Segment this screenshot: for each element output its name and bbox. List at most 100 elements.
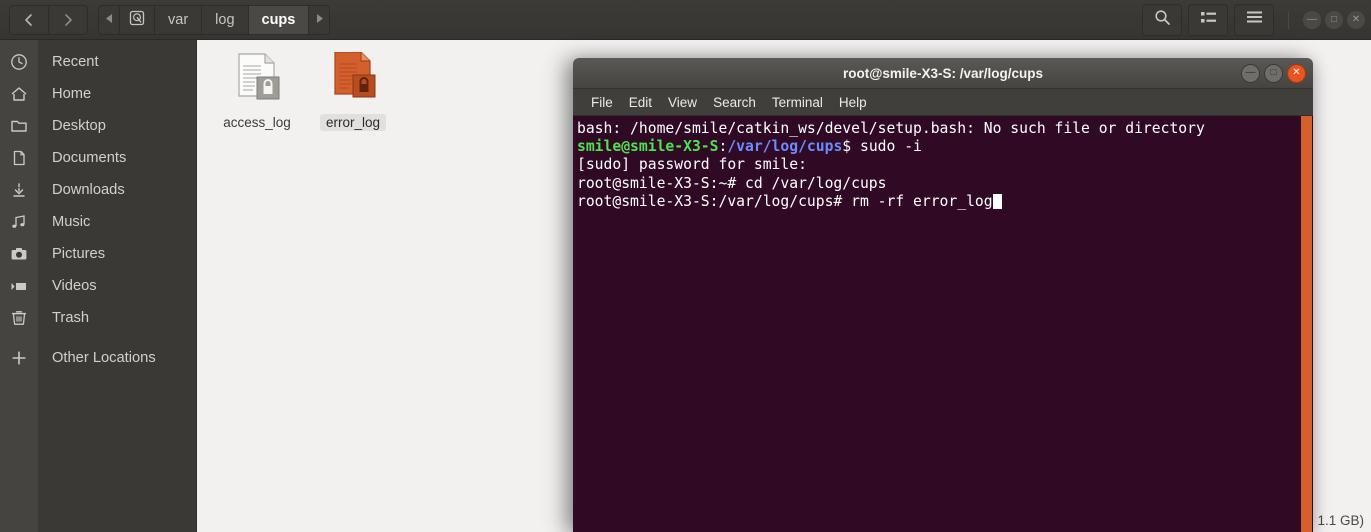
sidebar-item-label: Recent — [52, 54, 99, 70]
status-bar-text: 1.1 GB) — [1317, 513, 1364, 528]
triangle-left-icon — [105, 14, 113, 25]
video-icon — [0, 277, 38, 295]
menu-item-file[interactable]: File — [583, 95, 621, 110]
locked-text-file-icon — [327, 52, 379, 108]
sidebar-item-other-locations[interactable]: Other Locations — [0, 342, 196, 374]
window-minimize-button[interactable]: — — [1303, 10, 1321, 29]
menu-item-edit[interactable]: Edit — [621, 95, 660, 110]
file-manager-header: var log cups — □ ✕ — [0, 0, 1371, 40]
download-icon — [0, 181, 38, 199]
terminal-title-label: root@smile-X3-S: /var/log/cups — [843, 65, 1043, 81]
navigation-buttons — [9, 4, 88, 35]
view-list-icon — [1200, 10, 1217, 30]
terminal-line: smile@smile-X3-S:/var/log/cups$ sudo -i — [575, 138, 1313, 156]
screen: var log cups — □ ✕ Recent Home Desktop D… — [0, 0, 1371, 532]
sidebar-item-label: Desktop — [52, 118, 106, 134]
back-button[interactable] — [9, 4, 48, 35]
sidebar-item-videos[interactable]: Videos — [0, 270, 196, 302]
terminal-text: [sudo] password for smile: — [577, 156, 807, 174]
terminal-line-container: bash: /home/smile/catkin_ws/devel/setup.… — [575, 120, 1313, 211]
sidebar-item-home[interactable]: Home — [0, 78, 196, 110]
window-maximize-button[interactable]: □ — [1325, 10, 1343, 29]
menu-item-search[interactable]: Search — [705, 95, 764, 110]
sidebar-item-label: Downloads — [52, 182, 125, 198]
header-toolbar: — □ ✕ — [1136, 3, 1365, 36]
sidebar-item-label: Documents — [52, 150, 127, 166]
chevron-right-icon — [61, 13, 75, 27]
music-note-icon — [0, 213, 38, 231]
sidebar-item-label: Videos — [52, 278, 97, 294]
sidebar-list: Recent Home Desktop Documents Downloads … — [0, 40, 196, 374]
terminal-close-button[interactable]: ✕ — [1287, 63, 1306, 83]
terminal-scrollbar[interactable] — [1300, 116, 1313, 532]
window-close-button[interactable]: ✕ — [1347, 10, 1365, 29]
file-item-error-log[interactable]: error_log — [305, 46, 401, 131]
trash-icon — [0, 309, 38, 327]
terminal-text: smile@smile-X3-S — [577, 138, 719, 156]
menu-item-help[interactable]: Help — [831, 95, 875, 110]
breadcrumb-item-log[interactable]: log — [202, 6, 247, 34]
terminal-title-bar[interactable]: root@smile-X3-S: /var/log/cups — □ ✕ — [573, 58, 1313, 89]
terminal-window-controls: — □ ✕ — [1237, 63, 1306, 83]
sidebar-item-desktop[interactable]: Desktop — [0, 110, 196, 142]
breadcrumb-item-cups[interactable]: cups — [248, 5, 309, 34]
window-controls: — □ ✕ — [1288, 10, 1365, 29]
sidebar-item-label: Music — [52, 214, 91, 230]
breadcrumb-root-button[interactable] — [120, 6, 154, 34]
sidebar-item-trash[interactable]: Trash — [0, 302, 196, 334]
triangle-right-icon — [316, 14, 323, 25]
terminal-cursor — [992, 193, 1002, 209]
terminal-text: root@smile-X3-S:~# cd /var/log/cups — [577, 174, 887, 192]
terminal-maximize-button[interactable]: □ — [1264, 63, 1283, 83]
terminal-line: root@smile-X3-S:~# cd /var/log/cups — [575, 175, 1313, 193]
terminal-line: root@smile-X3-S:/var/log/cups# rm -rf er… — [575, 193, 1313, 211]
home-icon — [0, 85, 38, 103]
file-name-label: access_log — [223, 115, 291, 130]
search-button[interactable] — [1142, 3, 1182, 36]
menu-item-terminal[interactable]: Terminal — [764, 95, 831, 110]
sidebar-separator — [0, 334, 196, 342]
sidebar-item-documents[interactable]: Documents — [0, 142, 196, 174]
file-name-label: error_log — [319, 114, 387, 131]
terminal-line: [sudo] password for smile: — [575, 156, 1313, 174]
folder-icon — [0, 117, 38, 135]
terminal-output[interactable]: bash: /home/smile/catkin_ws/devel/setup.… — [573, 116, 1313, 532]
terminal-text: /var/log/cups — [727, 138, 843, 156]
breadcrumb-item-var[interactable]: var — [155, 6, 201, 34]
sidebar-item-recent[interactable]: Recent — [0, 46, 196, 78]
sidebar-item-pictures[interactable]: Pictures — [0, 238, 196, 270]
terminal-text: $ sudo -i — [842, 138, 922, 156]
clock-icon — [0, 53, 38, 71]
breadcrumb-scroll-right-button[interactable] — [309, 6, 329, 34]
sidebar-item-downloads[interactable]: Downloads — [0, 174, 196, 206]
sidebar-item-label: Trash — [52, 310, 89, 326]
breadcrumb: var log cups — [98, 4, 331, 35]
terminal-text: : — [718, 138, 728, 156]
terminal-menu-bar: File Edit View Search Terminal Help — [573, 89, 1313, 116]
drive-icon — [129, 10, 145, 30]
sidebar-item-label: Home — [52, 86, 92, 102]
terminal-window[interactable]: root@smile-X3-S: /var/log/cups — □ ✕ Fil… — [573, 58, 1313, 532]
terminal-scrollbar-thumb[interactable] — [1301, 116, 1312, 532]
sidebar: Recent Home Desktop Documents Downloads … — [0, 40, 196, 532]
sidebar-item-label: Pictures — [52, 246, 106, 262]
breadcrumb-scroll-left-button[interactable] — [99, 6, 119, 34]
hamburger-menu-icon — [1246, 10, 1263, 29]
terminal-line: bash: /home/smile/catkin_ws/devel/setup.… — [575, 120, 1313, 138]
chevron-left-icon — [22, 13, 36, 27]
main-menu-button[interactable] — [1234, 3, 1274, 36]
camera-icon — [0, 245, 38, 263]
menu-item-view[interactable]: View — [660, 95, 705, 110]
file-item-access-log[interactable]: access_log — [209, 46, 305, 131]
document-icon — [0, 149, 38, 167]
forward-button[interactable] — [48, 4, 88, 35]
locked-text-file-icon — [231, 52, 283, 108]
search-icon — [1154, 9, 1171, 31]
terminal-text: root@smile-X3-S:/var/log/cups# rm -rf er… — [577, 192, 993, 210]
plus-icon — [0, 349, 38, 367]
sidebar-item-label: Other Locations — [52, 350, 156, 366]
terminal-minimize-button[interactable]: — — [1241, 63, 1260, 83]
sidebar-item-music[interactable]: Music — [0, 206, 196, 238]
terminal-text: bash: /home/smile/catkin_ws/devel/setup.… — [577, 120, 1205, 137]
view-options-button[interactable] — [1188, 3, 1228, 36]
